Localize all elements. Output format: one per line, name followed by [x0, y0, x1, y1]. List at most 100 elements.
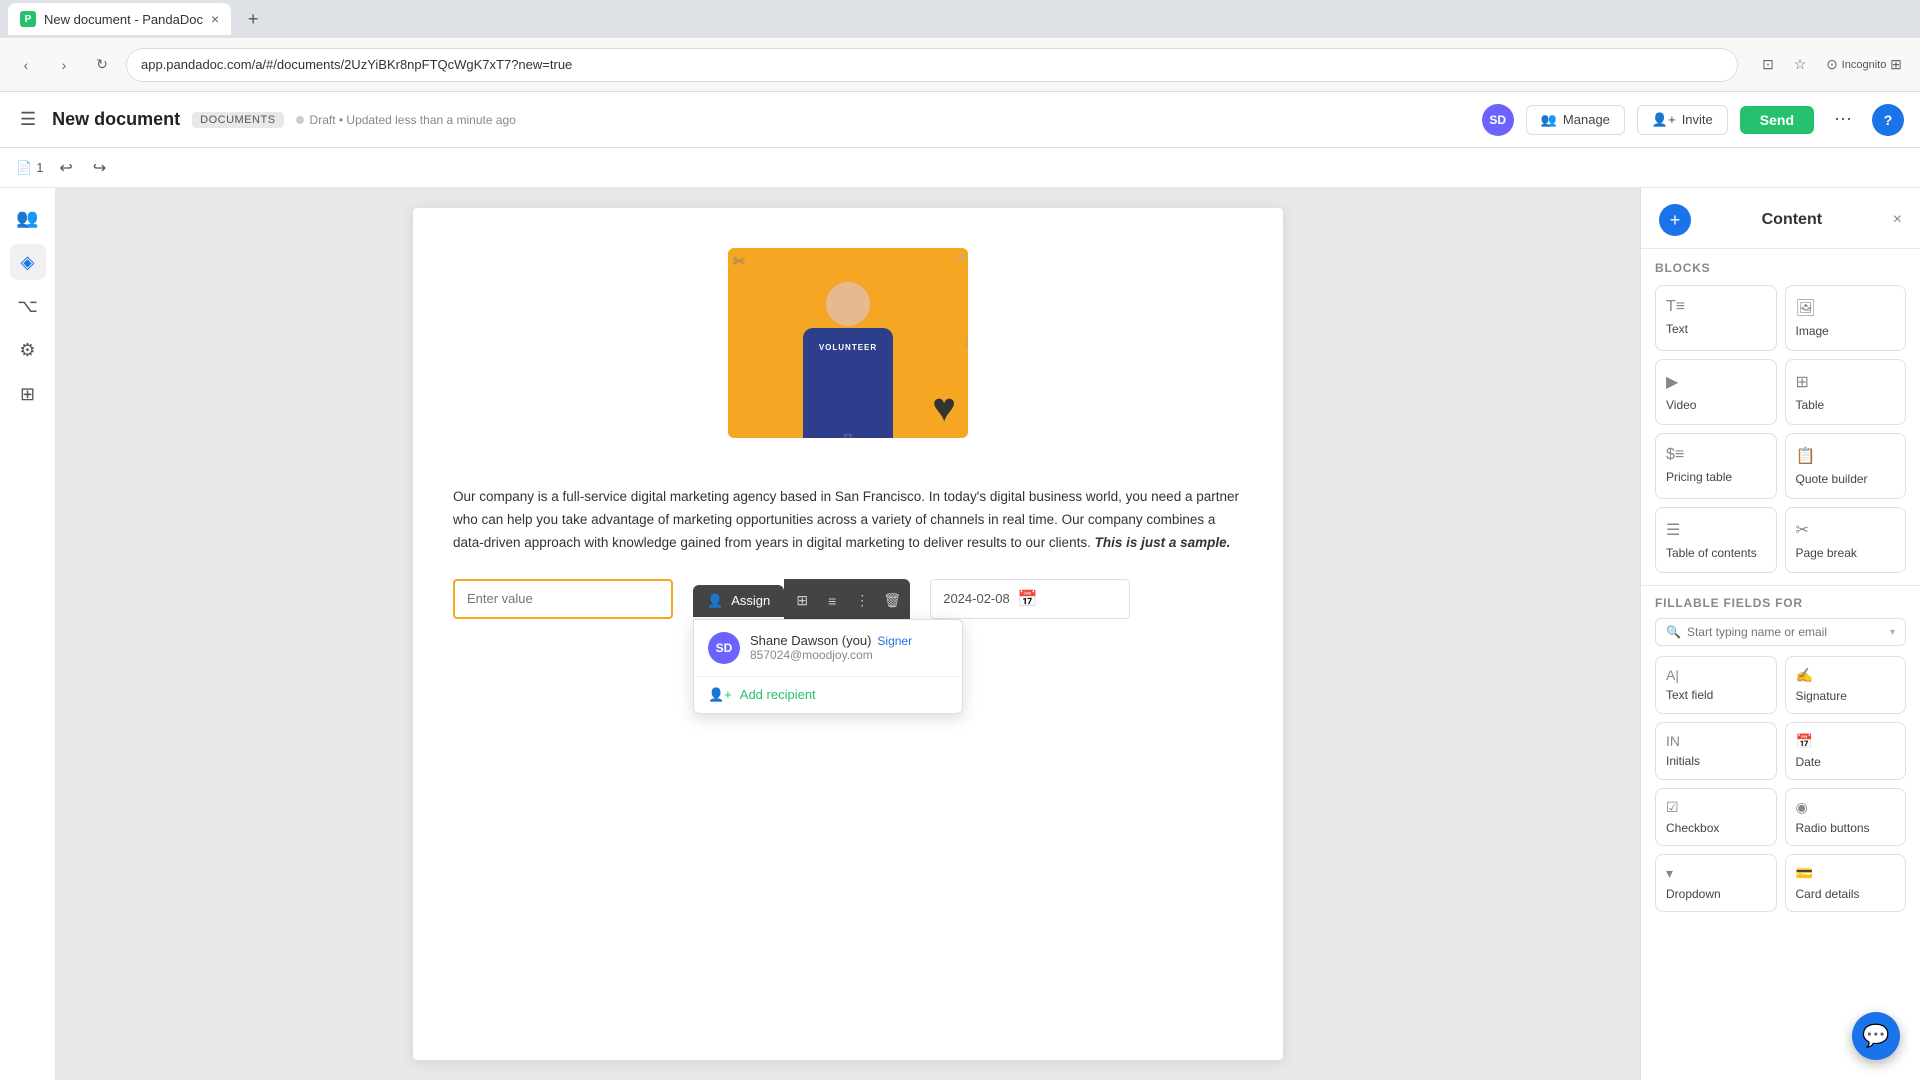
- document-title: New document: [52, 109, 180, 130]
- browser-chrome: P New document - PandaDoc × + ‹ › ↻ app.…: [0, 0, 1920, 92]
- add-recipient-button[interactable]: 👤+ Add recipient: [694, 677, 962, 713]
- fillable-initials[interactable]: IN Initials: [1655, 722, 1777, 780]
- panel-add-icon: +: [1670, 210, 1681, 231]
- block-item-text[interactable]: T≡ Text: [1655, 285, 1777, 351]
- address-bar[interactable]: app.pandadoc.com/a/#/documents/2UzYiBKr8…: [126, 48, 1738, 82]
- dropdown-icon: ▾: [1666, 865, 1673, 882]
- panel-title: Content: [1762, 211, 1822, 229]
- sidebar-integrations-icon[interactable]: ⚙: [10, 332, 46, 368]
- cast-icon[interactable]: ⊡: [1756, 53, 1780, 77]
- fillable-search-container: 🔍 ▾: [1655, 618, 1906, 646]
- invite-button[interactable]: 👤+ Invite: [1637, 105, 1728, 135]
- text-block-icon: T≡: [1666, 298, 1685, 316]
- profile-icon[interactable]: ⊙: [1820, 53, 1844, 77]
- chat-icon: 💬: [1862, 1023, 1889, 1049]
- pricing-table-label: Pricing table: [1666, 470, 1732, 484]
- send-button[interactable]: Send: [1740, 106, 1814, 134]
- fillable-search-dropdown-icon: ▾: [1890, 627, 1895, 638]
- manage-button[interactable]: 👥 Manage: [1526, 105, 1625, 135]
- forward-button[interactable]: ›: [50, 51, 78, 79]
- video-block-icon: ▶: [1666, 372, 1678, 392]
- fillable-card-details[interactable]: 💳 Card details: [1785, 854, 1907, 912]
- right-panel: + Content × BLOCKS T≡ Text 🖼 Image: [1640, 188, 1920, 1080]
- tab-close-btn[interactable]: ×: [211, 11, 219, 27]
- sidebar-left: 👥 ◈ ⌥ ⚙ ⊞: [0, 188, 56, 1080]
- table-block-icon: ⊞: [1796, 372, 1809, 392]
- recipient-email: 857024@moodjoy.com: [750, 648, 912, 662]
- document-page: VOLUNTEER ♥ ✄ ↗ ▷ ▽: [413, 208, 1283, 1060]
- chat-bubble-button[interactable]: 💬: [1852, 1012, 1900, 1060]
- recipient-info: Shane Dawson (you) Signer 857024@moodjoy…: [750, 633, 912, 662]
- block-item-image[interactable]: 🖼 Image: [1785, 285, 1907, 351]
- fillable-text-field[interactable]: A| Text field: [1655, 656, 1777, 714]
- toc-icon: ☰: [1666, 520, 1680, 540]
- assign-trash-icon[interactable]: 🗑: [878, 587, 906, 615]
- browser-icons: ⊡ ☆ ⊙ Incognito ⊞: [1756, 53, 1908, 77]
- tab-title: New document - PandaDoc: [44, 12, 203, 27]
- card-details-label: Card details: [1796, 887, 1860, 901]
- panel-header: + Content ×: [1641, 188, 1920, 249]
- fillable-signature[interactable]: ✍ Signature: [1785, 656, 1907, 714]
- checkbox-icon: ☑: [1666, 799, 1679, 816]
- fillable-label: FILLABLE FIELDS FOR: [1655, 596, 1906, 610]
- back-button[interactable]: ‹: [12, 51, 40, 79]
- page-break-icon: ✂: [1796, 520, 1809, 540]
- block-item-table[interactable]: ⊞ Table: [1785, 359, 1907, 425]
- fillable-dropdown[interactable]: ▾ Dropdown: [1655, 854, 1777, 912]
- fillable-date[interactable]: 📅 Date: [1785, 722, 1907, 780]
- redo-button[interactable]: ↪: [89, 154, 110, 182]
- date-label: Date: [1796, 755, 1821, 769]
- help-button[interactable]: ?: [1872, 104, 1904, 136]
- person-add-icon: 👤+: [1652, 112, 1676, 128]
- browser-tab[interactable]: P New document - PandaDoc ×: [8, 3, 231, 35]
- sidebar-people-icon[interactable]: 👥: [10, 200, 46, 236]
- block-item-page-break[interactable]: ✂ Page break: [1785, 507, 1907, 573]
- assign-button[interactable]: 👤 Assign: [693, 585, 784, 617]
- undo-button[interactable]: ↩: [55, 154, 76, 182]
- body-text-sample: This is just a sample.: [1095, 535, 1231, 550]
- user-avatar[interactable]: SD: [1482, 104, 1514, 136]
- fillable-radio-buttons[interactable]: ◉ Radio buttons: [1785, 788, 1907, 846]
- table-block-label: Table: [1796, 398, 1825, 412]
- fillable-grid: A| Text field ✍ Signature IN Initials 📅 …: [1655, 656, 1906, 912]
- extensions-icon[interactable]: ⊞: [1884, 53, 1908, 77]
- documents-badge: DOCUMENTS: [192, 112, 283, 128]
- document-area: VOLUNTEER ♥ ✄ ↗ ▷ ▽: [56, 188, 1640, 1080]
- hamburger-menu[interactable]: ☰: [16, 105, 40, 134]
- assign-label: Assign: [731, 593, 770, 608]
- panel-add-button[interactable]: +: [1659, 204, 1691, 236]
- signature-label: Signature: [1796, 689, 1847, 703]
- date-field[interactable]: 2024-02-08 📅: [930, 579, 1130, 619]
- incognito-label: Incognito: [1852, 53, 1876, 77]
- card-details-icon: 💳: [1796, 865, 1813, 882]
- image-block-label: Image: [1796, 324, 1829, 338]
- quote-builder-icon: 📋: [1796, 446, 1816, 466]
- block-item-quote-builder[interactable]: 📋 Quote builder: [1785, 433, 1907, 499]
- assign-list-icon[interactable]: ≡: [818, 587, 846, 615]
- assign-grid-icon[interactable]: ⊞: [788, 587, 816, 615]
- new-tab-button[interactable]: +: [239, 5, 267, 33]
- toolbar: 📄 1 ↩ ↪: [0, 148, 1920, 188]
- video-block-label: Video: [1666, 398, 1696, 412]
- block-item-video[interactable]: ▶ Video: [1655, 359, 1777, 425]
- fillable-search-input[interactable]: [1687, 625, 1884, 639]
- image-block-icon: 🖼: [1796, 298, 1816, 318]
- refresh-button[interactable]: ↻: [88, 51, 116, 79]
- panel-close-button[interactable]: ×: [1893, 211, 1902, 229]
- status-text: Draft • Updated less than a minute ago: [310, 113, 516, 127]
- browser-title-bar: P New document - PandaDoc × +: [0, 0, 1920, 38]
- bookmark-icon[interactable]: ☆: [1788, 53, 1812, 77]
- sidebar-grid-icon[interactable]: ⊞: [10, 376, 46, 412]
- sidebar-code-icon[interactable]: ⌥: [10, 288, 46, 324]
- fillable-fields-section: FILLABLE FIELDS FOR 🔍 ▾ A| Text field ✍ …: [1641, 585, 1920, 922]
- recipient-row: SD Shane Dawson (you) Signer 857024@mood…: [694, 620, 962, 677]
- sidebar-shapes-icon[interactable]: ◈: [10, 244, 46, 280]
- page-counter: 📄 1: [16, 160, 43, 176]
- block-item-pricing-table[interactable]: $≡ Pricing table: [1655, 433, 1777, 499]
- block-item-toc[interactable]: ☰ Table of contents: [1655, 507, 1777, 573]
- radio-buttons-label: Radio buttons: [1796, 821, 1870, 835]
- fillable-checkbox[interactable]: ☑ Checkbox: [1655, 788, 1777, 846]
- assign-more-icon[interactable]: ⋮: [848, 587, 876, 615]
- enter-value-input[interactable]: [453, 579, 673, 619]
- more-options-button[interactable]: ⋯: [1826, 105, 1860, 134]
